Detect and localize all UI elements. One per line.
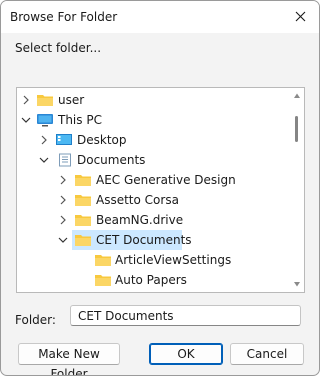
make-new-folder-button[interactable]: Make New Folder xyxy=(18,343,120,375)
tree-item-label: BeamNG.drive xyxy=(96,213,184,227)
documents-icon xyxy=(59,153,71,167)
scrollbar-thumb[interactable] xyxy=(295,116,298,142)
computer-icon xyxy=(37,114,53,127)
ok-button[interactable]: OK xyxy=(149,343,223,365)
tree-item-label: Documents xyxy=(77,153,146,167)
folder-tree[interactable]: user This PC Desktop Documents AEC Gener… xyxy=(16,87,305,293)
chevron-right-icon[interactable] xyxy=(57,214,69,226)
tree-item-label: AEC Generative Design xyxy=(96,173,236,187)
browse-for-folder-dialog: Browse For Folder Select folder... user … xyxy=(0,0,320,376)
folder-icon xyxy=(75,215,91,226)
folder-icon xyxy=(37,95,53,106)
folder-field-label: Folder: xyxy=(15,313,56,327)
chevron-right-icon[interactable] xyxy=(57,174,69,186)
chevron-right-icon[interactable] xyxy=(20,94,32,106)
folder-icon xyxy=(75,175,91,186)
folder-input[interactable] xyxy=(70,305,301,326)
chevron-right-icon[interactable] xyxy=(38,134,50,146)
tree-item-label: ArticleViewSettings xyxy=(115,253,232,267)
folder-icon xyxy=(95,275,111,286)
folder-icon xyxy=(95,255,111,266)
tree-item-user[interactable]: user xyxy=(17,90,289,110)
tree-item-auto-papers[interactable]: Auto Papers xyxy=(17,270,289,290)
tree-item-assetto-corsa[interactable]: Assetto Corsa xyxy=(17,190,289,210)
chevron-down-icon[interactable] xyxy=(38,154,50,166)
tree-item-beamng-drive[interactable]: BeamNG.drive xyxy=(17,210,289,230)
tree-item-label: CET Documents xyxy=(96,233,192,247)
instructions-text: Select folder... xyxy=(15,41,102,55)
window-title: Browse For Folder xyxy=(10,10,118,24)
tree-item-desktop[interactable]: Desktop xyxy=(17,130,289,150)
tree-item-this-pc[interactable]: This PC xyxy=(17,110,289,130)
vertical-scrollbar[interactable] xyxy=(291,88,303,292)
tree-item-aec-generative-design[interactable]: AEC Generative Design xyxy=(17,170,289,190)
tree-item-articleviewsettings[interactable]: ArticleViewSettings xyxy=(17,250,289,270)
desktop-icon xyxy=(56,134,72,145)
tree-item-cet-documents[interactable]: CET Documents xyxy=(17,230,289,250)
close-icon xyxy=(295,11,306,22)
cancel-button[interactable]: Cancel xyxy=(230,343,304,365)
title-bar[interactable]: Browse For Folder xyxy=(1,1,319,33)
tree-item-documents[interactable]: Documents xyxy=(17,150,289,170)
chevron-down-icon[interactable] xyxy=(20,114,32,126)
tree-item-label: Desktop xyxy=(77,133,127,147)
tree-item-label: Auto Papers xyxy=(115,273,187,287)
tree-item-label: Assetto Corsa xyxy=(96,193,179,207)
close-button[interactable] xyxy=(287,4,315,30)
folder-icon xyxy=(75,195,91,206)
scroll-down-arrow-icon[interactable] xyxy=(293,280,301,288)
chevron-down-icon[interactable] xyxy=(57,234,69,246)
chevron-right-icon[interactable] xyxy=(57,194,69,206)
tree-item-label: user xyxy=(58,93,85,107)
scroll-up-arrow-icon[interactable] xyxy=(293,92,301,100)
folder-icon xyxy=(75,235,91,246)
tree-item-label: This PC xyxy=(58,113,102,127)
